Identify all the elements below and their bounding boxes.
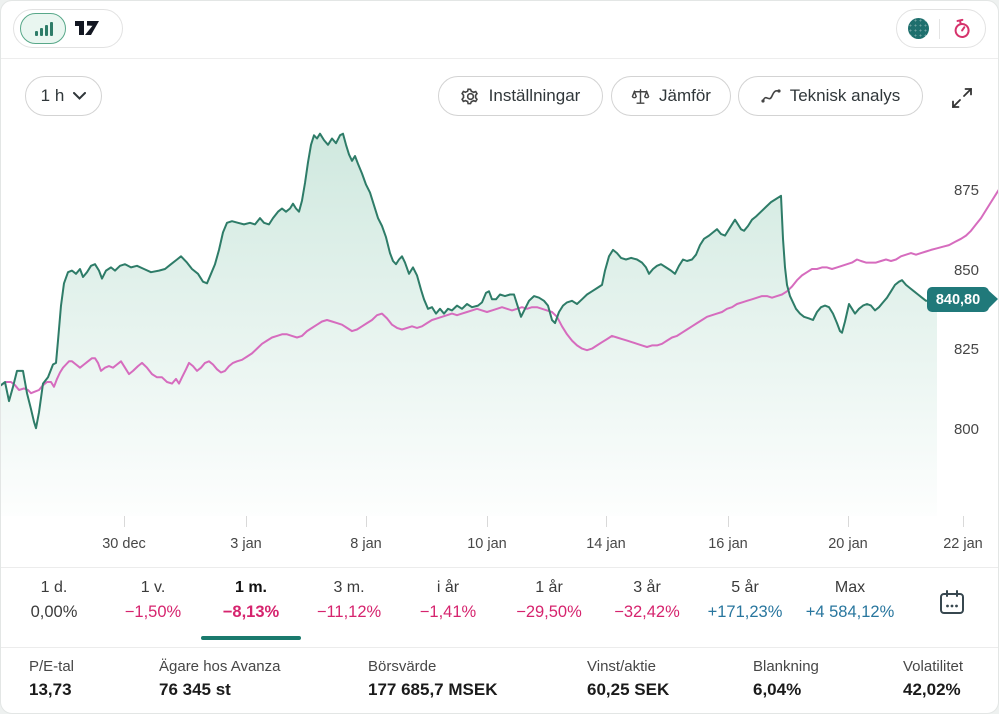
stat-label: Vinst/aktie	[587, 656, 669, 677]
expand-button[interactable]	[946, 82, 978, 114]
tab-1y[interactable]: 1 år −29,50%	[494, 577, 604, 625]
settings-button[interactable]: Inställningar	[438, 76, 603, 116]
tab-change-value: −11,12%	[294, 599, 404, 625]
expand-icon	[949, 85, 975, 111]
stat-label: Börsvärde	[368, 656, 497, 677]
chart-style-toggle[interactable]	[13, 9, 123, 48]
tab-change-value: 0,00%	[0, 599, 109, 625]
x-axis-tick	[728, 516, 729, 527]
compare-label: Jämför	[659, 86, 711, 106]
gear-icon	[461, 87, 480, 106]
tab-label: 5 år	[690, 577, 800, 599]
indicator-dot-icon[interactable]	[908, 18, 929, 39]
tab-label: i år	[393, 577, 503, 599]
technical-analysis-label: Teknisk analys	[790, 86, 901, 106]
x-axis-date: 20 jan	[808, 536, 888, 552]
x-axis-date: 8 jan	[326, 536, 406, 552]
selected-tab-underline	[201, 636, 301, 640]
stat-market-cap: Börsvärde 177 685,7 MSEK	[368, 656, 497, 702]
compare-button[interactable]: Jämför	[611, 76, 731, 116]
tradingview-logo-icon	[74, 20, 101, 37]
stat-volatility: Volatilitet 42,02%	[903, 656, 963, 702]
avanza-chart-toggle[interactable]	[20, 13, 66, 44]
stat-value: 177 685,7 MSEK	[368, 677, 497, 702]
last-price-badge: 840,80	[927, 287, 989, 312]
stat-label: Volatilitet	[903, 656, 963, 677]
chart-canvas[interactable]	[1, 126, 999, 516]
interval-label: 1 h	[41, 86, 65, 106]
stat-owners: Ägare hos Avanza 76 345 st	[159, 656, 280, 702]
x-axis-tick	[366, 516, 367, 527]
scale-icon	[631, 87, 650, 106]
tab-1d[interactable]: 1 d. 0,00%	[0, 577, 109, 625]
x-axis-tick	[246, 516, 247, 527]
tab-1m[interactable]: 1 m. −8,13%	[196, 577, 306, 625]
stat-value: 76 345 st	[159, 677, 280, 702]
tab-change-value: −8,13%	[196, 599, 306, 625]
tab-change-value: −1,50%	[98, 599, 208, 625]
tab-max[interactable]: Max +4 584,12%	[795, 577, 905, 625]
tab-3y[interactable]: 3 år −32,42%	[592, 577, 702, 625]
stat-label: Blankning	[753, 656, 819, 677]
tab-change-value: +171,23%	[690, 599, 800, 625]
stat-value: 6,04%	[753, 677, 819, 702]
period-tabs: 1 d. 0,00% 1 v. −1,50% 1 m. −8,13% 3 m. …	[1, 567, 999, 648]
x-axis-date: 14 jan	[566, 536, 646, 552]
chevron-down-icon	[73, 92, 86, 100]
widget-header	[1, 1, 998, 59]
tab-3m[interactable]: 3 m. −11,12%	[294, 577, 404, 625]
tradingview-toggle[interactable]	[74, 20, 101, 37]
x-axis-tick	[124, 516, 125, 527]
stock-chart-widget: 1 h Inställningar Jämför	[0, 0, 999, 714]
x-axis-date: 22 jan	[923, 536, 999, 552]
tab-change-value: −32,42%	[592, 599, 702, 625]
tab-change-value: −1,41%	[393, 599, 503, 625]
stat-value: 13,73	[29, 677, 74, 702]
tab-5y[interactable]: 5 år +171,23%	[690, 577, 800, 625]
stat-pe-ratio: P/E-tal 13,73	[29, 656, 74, 702]
tab-label: 1 m.	[196, 577, 306, 599]
tab-change-value: −29,50%	[494, 599, 604, 625]
x-axis-tick	[963, 516, 964, 527]
bar-chart-icon	[33, 20, 54, 38]
settings-label: Inställningar	[489, 86, 581, 106]
custom-date-range-button[interactable]	[928, 579, 976, 627]
interval-dropdown[interactable]: 1 h	[25, 76, 102, 116]
x-axis-date: 16 jan	[688, 536, 768, 552]
tab-label: 1 v.	[98, 577, 208, 599]
stat-eps: Vinst/aktie 60,25 SEK	[587, 656, 669, 702]
price-area-fill	[1, 134, 937, 516]
key-stats-bar: P/E-tal 13,73 Ägare hos Avanza 76 345 st…	[1, 647, 999, 714]
divider	[939, 19, 940, 39]
calendar-icon	[937, 588, 967, 618]
x-axis-date: 30 dec	[84, 536, 164, 552]
stopwatch-icon[interactable]	[950, 17, 974, 41]
tab-label: Max	[795, 577, 905, 599]
stat-label: Ägare hos Avanza	[159, 656, 280, 677]
stat-value: 42,02%	[903, 677, 963, 702]
x-axis-tick	[487, 516, 488, 527]
stat-label: P/E-tal	[29, 656, 74, 677]
tab-change-value: +4 584,12%	[795, 599, 905, 625]
x-axis-date: 3 jan	[206, 536, 286, 552]
header-quick-actions	[896, 9, 986, 48]
tab-1v[interactable]: 1 v. −1,50%	[98, 577, 208, 625]
x-axis-tick	[606, 516, 607, 527]
x-axis: 30 dec 3 jan 8 jan 10 jan 14 jan 16 jan …	[1, 516, 999, 568]
x-axis-date: 10 jan	[447, 536, 527, 552]
tab-ytd[interactable]: i år −1,41%	[393, 577, 503, 625]
tab-label: 3 m.	[294, 577, 404, 599]
stat-value: 60,25 SEK	[587, 677, 669, 702]
tab-label: 1 år	[494, 577, 604, 599]
price-chart[interactable]: 875 850 825 800 840,80	[1, 126, 999, 516]
x-axis-tick	[848, 516, 849, 527]
tab-label: 3 år	[592, 577, 702, 599]
technical-analysis-button[interactable]: Teknisk analys	[738, 76, 923, 116]
squiggle-chart-icon	[761, 88, 781, 105]
tab-label: 1 d.	[0, 577, 109, 599]
stat-short-interest: Blankning 6,04%	[753, 656, 819, 702]
